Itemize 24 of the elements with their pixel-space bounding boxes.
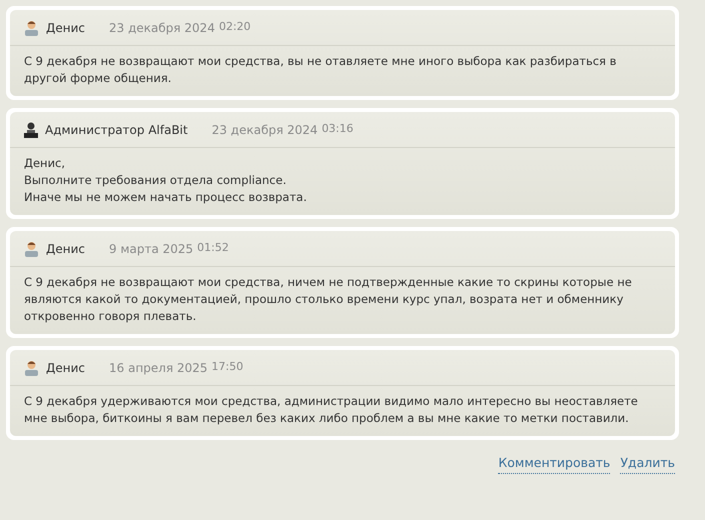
- user-icon: [24, 20, 39, 36]
- user-icon: [24, 360, 39, 376]
- comment-text: Иначе мы не можем начать процесс возврата.: [24, 189, 308, 206]
- comment-time: 03:16: [322, 121, 354, 138]
- comment-text: Выполните требования отдела compliance.: [24, 172, 288, 189]
- comment-date: 9 марта 2025: [109, 240, 194, 258]
- comment-time: 02:20: [218, 19, 251, 36]
- action-link[interactable]: Удалить: [620, 454, 675, 474]
- comment-text: С 9 декабря не возвращают мои средства, вы не отавляете мне иного выбора как разбираться в другой форме общения.: [24, 53, 618, 87]
- comment-time: 01:52: [197, 240, 229, 256]
- author-name: Денис: [46, 240, 85, 258]
- user-icon: [24, 240, 39, 256]
- comment-date: 23 декабря 2024: [109, 20, 215, 36]
- comment-date: 23 декабря 2024: [212, 122, 318, 138]
- comment-text: Денис,: [24, 155, 66, 172]
- author-name: Администратор AlfaBit: [45, 122, 188, 138]
- admin-user-icon: [24, 122, 38, 138]
- comment-text: С 9 декабря не возвращают мои средства, ничем не подтвержденные какие то скрины которые не являются какой то документацией, прошло столько времени курс упал, возрата нет и обменнику откровенно говоря плевать.: [24, 274, 633, 325]
- comment-text: С 9 декабря удерживаются мои средства, администрации видимо мало интересно вы неоставляете мне выбора, биткоины я вам перевел без каких либо проблем а вы мне какие то метки поставили.: [24, 393, 639, 427]
- action-link[interactable]: Комментировать: [498, 454, 610, 474]
- comment-date: 16 апреля 2025: [109, 360, 208, 376]
- author-name: Денис: [46, 360, 85, 376]
- author-name: Денис: [46, 20, 85, 36]
- comment-time: 17:50: [212, 359, 244, 376]
